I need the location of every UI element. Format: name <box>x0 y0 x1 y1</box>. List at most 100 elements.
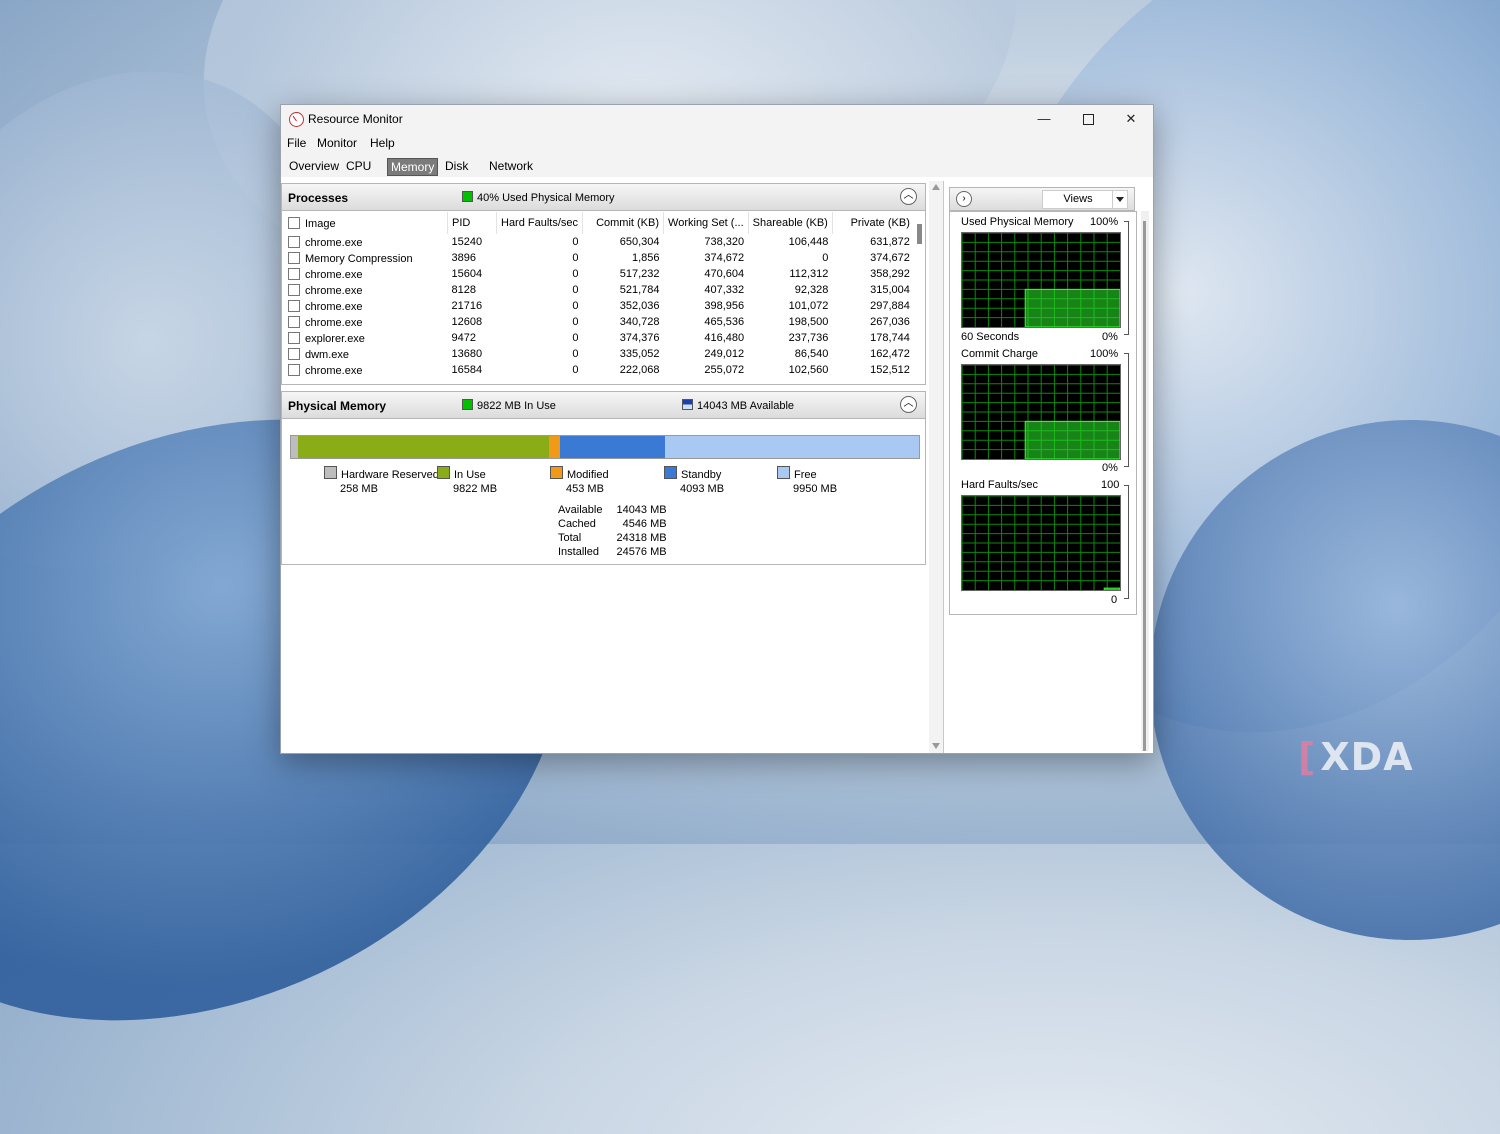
row-checkbox[interactable] <box>288 315 300 328</box>
physical-memory-section: Physical Memory 9822 MB In Use 14043 MB … <box>281 391 926 565</box>
table-cell: 374,376 <box>619 332 660 344</box>
collapse-physical-memory-button[interactable]: ︿ <box>900 396 917 413</box>
table-row[interactable]: chrome.exe 21716 0 352,036 398,956 101,072 297… <box>284 298 914 314</box>
expand-graphs-button[interactable]: › <box>956 191 972 207</box>
used-physical-memory-text: 40% Used Physical Memory <box>477 192 615 204</box>
column-header-private[interactable]: Private (KB) <box>832 212 914 234</box>
select-all-checkbox[interactable] <box>288 216 300 229</box>
column-header-pid[interactable]: PID <box>447 212 497 234</box>
graphs-scrollbar[interactable] <box>1141 211 1149 751</box>
graphs-pane: › Views Used Physical Memory 100% 60 Sec… <box>945 181 1153 753</box>
title-bar[interactable]: Resource Monitor — ✕ <box>281 105 1153 133</box>
table-cell: 0 <box>572 268 579 280</box>
memory-usage-bar <box>290 435 920 459</box>
legend-value: 9950 MB <box>793 483 838 495</box>
processes-table: Image PID Hard Faults/sec Commit (KB) Wo… <box>284 212 914 378</box>
table-row[interactable]: explorer.exe 9472 0 374,376 416,480 237,736 17… <box>284 330 914 346</box>
tab-overview[interactable]: Overview <box>286 158 342 174</box>
pane-splitter[interactable] <box>943 181 944 753</box>
scroll-up-icon[interactable] <box>932 184 940 190</box>
totals-value: 24576 MB <box>616 546 667 558</box>
process-name: chrome.exe <box>305 300 363 313</box>
process-name: explorer.exe <box>305 332 365 345</box>
graph-used-physical-memory <box>961 232 1121 328</box>
graph-max-label: 100 <box>1101 479 1120 491</box>
column-header-shareable[interactable]: Shareable (KB) <box>748 212 833 234</box>
graph-min-label: 0% <box>1102 462 1118 474</box>
tab-memory[interactable]: Memory <box>387 158 439 176</box>
row-checkbox[interactable] <box>288 363 300 376</box>
tab-disk[interactable]: Disk <box>442 158 471 174</box>
table-cell: 12608 <box>451 316 483 328</box>
menu-monitor[interactable]: Monitor <box>317 136 357 150</box>
available-status-text: 14043 MB Available <box>697 400 795 412</box>
table-cell: 0 <box>572 316 579 328</box>
totals-row: Cached 4546 MB <box>554 517 671 531</box>
window-title: Resource Monitor <box>308 112 403 126</box>
physical-memory-header[interactable]: Physical Memory 9822 MB In Use 14043 MB … <box>282 392 925 419</box>
table-cell: chrome.exe <box>284 282 448 298</box>
table-row[interactable]: chrome.exe 15240 0 650,304 738,320 106,448 631… <box>284 234 914 250</box>
legend-standby: Standby 4093 MB <box>664 466 724 495</box>
column-header-image[interactable]: Image <box>284 212 448 234</box>
views-button[interactable]: Views <box>1042 190 1114 209</box>
process-name: chrome.exe <box>305 236 363 249</box>
in-use-status: 9822 MB In Use <box>462 399 556 412</box>
totals-value: 14043 MB <box>616 504 667 516</box>
menu-file[interactable]: File <box>287 136 306 150</box>
scroll-down-icon[interactable] <box>932 743 940 749</box>
table-row[interactable]: dwm.exe 13680 0 335,052 249,012 86,540 162,472 <box>284 346 914 362</box>
table-row[interactable]: chrome.exe 8128 0 521,784 407,332 92,328 315,0… <box>284 282 914 298</box>
table-cell: 0 <box>572 284 579 296</box>
row-checkbox[interactable] <box>288 299 300 312</box>
row-checkbox[interactable] <box>288 283 300 296</box>
details-scrollbar[interactable] <box>929 181 943 753</box>
processes-header[interactable]: Processes 40% Used Physical Memory ︿ <box>282 184 925 211</box>
table-cell: 0 <box>572 364 579 376</box>
row-checkbox[interactable] <box>288 331 300 344</box>
table-cell: 198,500 <box>788 316 829 328</box>
column-header-commit[interactable]: Commit (KB) <box>582 212 665 234</box>
green-indicator-icon <box>462 191 473 202</box>
graph-scale-bracket <box>1124 485 1129 599</box>
row-checkbox[interactable] <box>288 267 300 280</box>
blue-indicator-icon <box>682 399 693 410</box>
views-dropdown-icon[interactable] <box>1112 190 1128 209</box>
table-cell: 0 <box>572 252 579 264</box>
process-name: chrome.exe <box>305 268 363 281</box>
minimize-button[interactable]: — <box>1022 105 1066 133</box>
collapse-processes-button[interactable]: ︿ <box>900 188 917 205</box>
row-checkbox[interactable] <box>288 235 300 248</box>
tab-network[interactable]: Network <box>486 158 536 174</box>
table-cell: 0 <box>822 252 829 264</box>
graph-max-label: 100% <box>1090 348 1119 360</box>
table-row[interactable]: Memory Compression 3896 0 1,856 374,672 0 374,… <box>284 250 914 266</box>
processes-title: Processes <box>288 191 349 205</box>
row-checkbox[interactable] <box>288 251 300 264</box>
process-name: chrome.exe <box>305 316 363 329</box>
table-cell: 15240 <box>451 236 483 248</box>
maximize-button[interactable] <box>1066 105 1110 133</box>
table-row[interactable]: chrome.exe 12608 0 340,728 465,536 198,500 267… <box>284 314 914 330</box>
table-cell: 315,004 <box>870 284 910 296</box>
legend-swatch <box>324 466 337 479</box>
menu-help[interactable]: Help <box>370 136 395 150</box>
table-row[interactable]: chrome.exe 16584 0 222,068 255,072 102,560 152… <box>284 362 914 378</box>
graph-canvas <box>962 496 1120 590</box>
legend-free: Free 9950 MB <box>777 466 837 495</box>
graphs-scrollbar-thumb[interactable] <box>1143 221 1146 751</box>
legend-value: 258 MB <box>340 483 378 495</box>
available-status: 14043 MB Available <box>682 399 794 412</box>
tab-cpu[interactable]: CPU <box>343 158 374 174</box>
table-row[interactable]: chrome.exe 15604 0 517,232 470,604 112,312 358… <box>284 266 914 282</box>
column-header-hard-faults[interactable]: Hard Faults/sec <box>496 212 584 234</box>
row-checkbox[interactable] <box>288 347 300 360</box>
close-button[interactable]: ✕ <box>1109 105 1153 133</box>
table-cell: 9472 <box>451 332 476 344</box>
processes-scrollbar-thumb[interactable] <box>917 224 922 244</box>
totals-label: Total <box>558 532 582 544</box>
table-cell: 13680 <box>451 348 483 360</box>
legend-in-use: In Use 9822 MB <box>437 466 497 495</box>
column-header-working-set[interactable]: Working Set (... <box>663 212 749 234</box>
legend-value: 9822 MB <box>453 483 498 495</box>
